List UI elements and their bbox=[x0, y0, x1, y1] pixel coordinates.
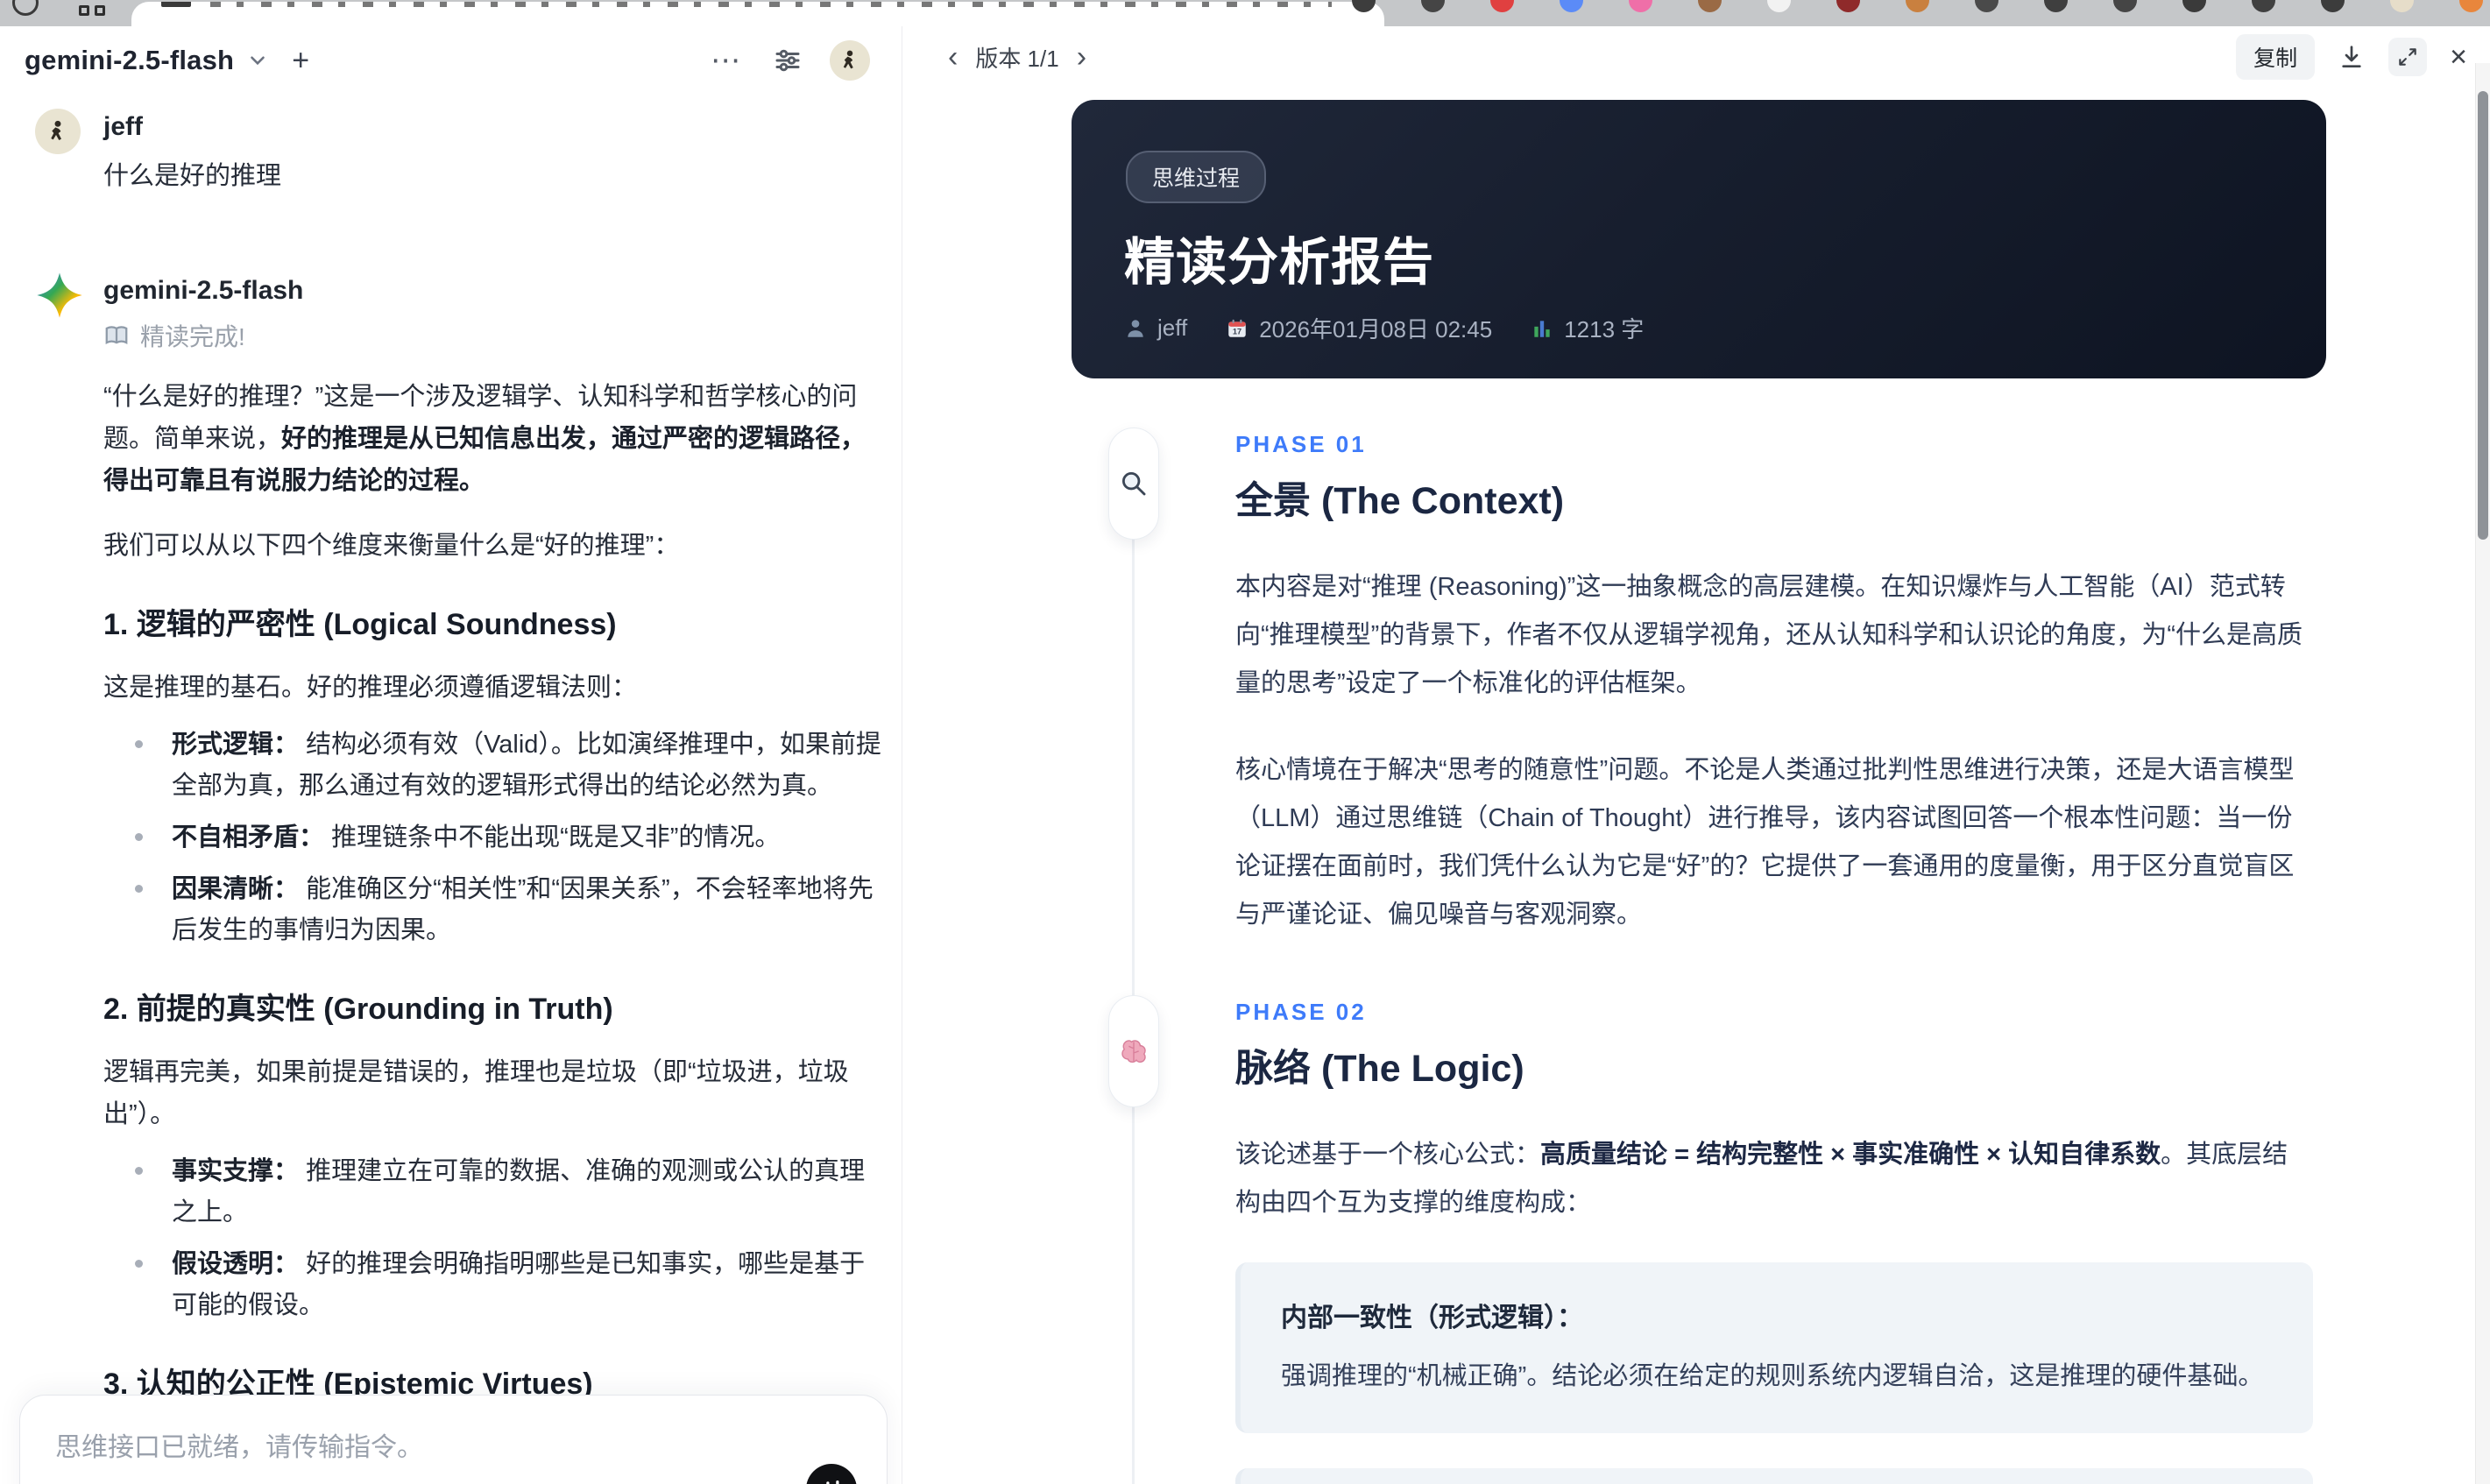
extension-icon[interactable] bbox=[2390, 0, 2414, 12]
extension-icon[interactable] bbox=[2182, 0, 2206, 12]
extension-icon[interactable] bbox=[2252, 0, 2275, 12]
bullet-list: 形式逻辑： 结构必须有效（Valid）。比如演绎推理中，如果前提全部为真，那么通… bbox=[103, 724, 881, 951]
browser-tab[interactable] bbox=[131, 2, 1384, 26]
url-text-clipped bbox=[210, 2, 1332, 7]
hero-badge: 思维过程 bbox=[1126, 151, 1267, 203]
report-meta: jeff 17 2026年01月08日 02:45 1213 字 bbox=[1124, 312, 1644, 344]
chevron-down-icon[interactable] bbox=[246, 49, 269, 72]
user-message-text: 什么是好的推理 bbox=[103, 162, 282, 190]
extension-icon[interactable] bbox=[2459, 0, 2483, 12]
assistant-message: gemini-2.5-flash 精读完成! “什么是好的推理？”这是一个涉及逻… bbox=[35, 271, 881, 1484]
extension-icon[interactable] bbox=[2113, 0, 2137, 12]
prev-version-button[interactable]: ‹ bbox=[944, 42, 961, 72]
artifact-toolbar: ‹ 版本 1/1 › 复制 × bbox=[902, 26, 2490, 88]
message-list: jeff 什么是好的推理 gemini-2.5-flash 精读完成! “什么是… bbox=[0, 95, 902, 1484]
word-count-meta: 1213 字 bbox=[1531, 312, 1644, 344]
artifact-content: 思维过程 精读分析报告 jeff 17 2026年01月08日 02:45 12… bbox=[902, 88, 2474, 1484]
list-item: 假设透明： 好的推理会明确指明哪些是已知事实，哪些是基于可能的假设。 bbox=[103, 1244, 883, 1326]
logic-card: 内部一致性（形式逻辑）： 强调推理的“机械正确”。结论必须在给定的规则系统内逻辑… bbox=[1235, 1262, 2313, 1433]
close-icon[interactable]: × bbox=[2450, 40, 2467, 74]
assistant-intro: “什么是好的推理？”这是一个涉及逻辑学、认知科学和哲学核心的问题。简单来说，好的… bbox=[103, 383, 867, 495]
status-line: 精读完成! bbox=[103, 318, 867, 353]
bullet-list: 事实支撑： 推理建立在可靠的数据、准确的观测或公认的真理之上。 假设透明： 好的… bbox=[103, 1151, 867, 1326]
browser-chrome bbox=[0, 0, 2490, 26]
extension-icon[interactable] bbox=[2321, 0, 2345, 12]
menu-icon bbox=[161, 2, 191, 7]
extension-icon[interactable] bbox=[1975, 0, 1998, 12]
more-options-icon[interactable]: ⋯ bbox=[711, 43, 742, 78]
app-window: gemini-2.5-flash + ⋯ jeff 什么是好的推理 gemini… bbox=[0, 26, 2490, 1484]
fullscreen-icon[interactable] bbox=[2388, 38, 2428, 76]
author-meta: jeff bbox=[1124, 314, 1187, 342]
extension-icon[interactable] bbox=[1836, 0, 1860, 12]
model-selector[interactable]: gemini-2.5-flash bbox=[25, 45, 234, 76]
section-lead: 这是推理的基石。好的推理必须遵循逻辑法则： bbox=[103, 674, 638, 702]
user-avatar[interactable] bbox=[830, 40, 870, 81]
assistant-name: gemini-2.5-flash bbox=[103, 276, 304, 305]
version-label: 版本 1/1 bbox=[975, 45, 1059, 72]
new-chat-button[interactable]: + bbox=[292, 46, 309, 75]
logic-card: 外部真实性（前提基础）： 强调推理的“经验校准”。解决“GIGO（垃圾进，垃圾出… bbox=[1235, 1468, 2313, 1484]
section-heading: 2. 前提的真实性 (Grounding in Truth) bbox=[103, 993, 613, 1026]
extension-icon[interactable] bbox=[1352, 0, 1376, 12]
user-message: jeff 什么是好的推理 bbox=[35, 107, 867, 197]
phase-title: 脉络 (The Logic) bbox=[1235, 1048, 1524, 1090]
download-icon[interactable] bbox=[2338, 43, 2366, 71]
report-title: 精读分析报告 bbox=[1124, 234, 1435, 291]
section-lead: 逻辑再完美，如果前提是错误的，推理也是垃圾（即“垃圾进，垃圾出”）。 bbox=[103, 1058, 849, 1128]
phase-label: PHASE 01 bbox=[1235, 431, 1367, 457]
history-icon[interactable] bbox=[12, 0, 39, 16]
report-hero-card: 思维过程 精读分析报告 jeff 17 2026年01月08日 02:45 12… bbox=[1072, 100, 2326, 378]
gemini-logo-icon bbox=[35, 271, 84, 320]
svg-text:17: 17 bbox=[1233, 327, 1241, 336]
extension-icon[interactable] bbox=[1629, 0, 1652, 12]
phase-label: PHASE 02 bbox=[1235, 999, 1367, 1025]
extension-icon[interactable] bbox=[1906, 0, 1929, 12]
copy-button[interactable]: 复制 bbox=[2236, 34, 2316, 80]
extension-icon[interactable] bbox=[1560, 0, 1583, 12]
artifact-panel: ‹ 版本 1/1 › 复制 × 思维过程 精读分析报告 jeff 17 2026… bbox=[902, 26, 2490, 1484]
user-name: jeff bbox=[103, 112, 143, 141]
extension-icon[interactable] bbox=[1698, 0, 1722, 12]
extension-icon[interactable] bbox=[2044, 0, 2068, 12]
extension-icon[interactable] bbox=[1421, 0, 1445, 12]
phase-section: PHASE 01 全景 (The Context) 本内容是对“推理 (Reas… bbox=[1108, 428, 2474, 939]
magnifier-icon bbox=[1108, 428, 1159, 540]
list-item: 因果清晰： 能准确区分“相关性”和“因果关系”，不会轻率地将先后发生的事情归为因… bbox=[103, 869, 883, 951]
jeff-avatar bbox=[35, 109, 81, 154]
scrollbar-thumb[interactable] bbox=[2478, 91, 2488, 540]
tab-grid-icon[interactable] bbox=[79, 0, 105, 16]
user-icon bbox=[1128, 319, 1143, 337]
settings-sliders-icon[interactable] bbox=[772, 45, 803, 76]
list-item: 事实支撑： 推理建立在可靠的数据、准确的观测或公认的真理之上。 bbox=[103, 1151, 883, 1233]
list-item: 不自相矛盾： 推理链条中不能出现“既是又非”的情况。 bbox=[103, 817, 883, 859]
phase-paragraph: 该论述基于一个核心公式：高质量结论 = 结构完整性 × 事实准确性 × 认知自律… bbox=[1235, 1141, 2288, 1217]
calendar-icon: 17 bbox=[1228, 319, 1246, 337]
extension-icon[interactable] bbox=[1767, 0, 1791, 12]
status-text: 精读完成! bbox=[140, 323, 245, 350]
bar-chart-icon bbox=[1534, 320, 1550, 337]
composer[interactable]: 思维接口已就绪，请传输指令。 + bbox=[19, 1395, 888, 1484]
date-meta: 17 2026年01月08日 02:45 bbox=[1226, 312, 1492, 344]
extension-icon[interactable] bbox=[1490, 0, 1514, 12]
phase-paragraph: 本内容是对“推理 (Reasoning)”这一抽象概念的高层建模。在知识爆炸与人… bbox=[1235, 573, 2303, 697]
phase-paragraph: 核心情境在于解决“思考的随意性”问题。不论是人类通过批判性思维进行决策，还是大语… bbox=[1235, 756, 2295, 929]
extension-icons-row bbox=[1352, 0, 2483, 12]
book-icon bbox=[105, 326, 128, 344]
section-heading: 1. 逻辑的严密性 (Logical Soundness) bbox=[103, 608, 617, 641]
composer-placeholder: 思维接口已就绪，请传输指令。 bbox=[55, 1433, 423, 1462]
list-item: 形式逻辑： 结构必须有效（Valid）。比如演绎推理中，如果前提全部为真，那么通… bbox=[103, 724, 883, 807]
scrollbar-track[interactable] bbox=[2475, 63, 2490, 1484]
phase-section: PHASE 02 脉络 (The Logic) 该论述基于一个核心公式：高质量结… bbox=[1108, 995, 2474, 1484]
brain-icon bbox=[1108, 995, 1159, 1107]
voice-input-button[interactable] bbox=[806, 1464, 857, 1484]
phase-list: PHASE 01 全景 (The Context) 本内容是对“推理 (Reas… bbox=[1108, 428, 2474, 1484]
chat-panel: gemini-2.5-flash + ⋯ jeff 什么是好的推理 gemini… bbox=[0, 26, 902, 1484]
assistant-overview: 我们可以从以下四个维度来衡量什么是“好的推理”： bbox=[103, 532, 680, 560]
phase-title: 全景 (The Context) bbox=[1235, 480, 1565, 522]
chat-header: gemini-2.5-flash + ⋯ bbox=[0, 26, 902, 95]
next-version-button[interactable]: › bbox=[1073, 42, 1090, 72]
